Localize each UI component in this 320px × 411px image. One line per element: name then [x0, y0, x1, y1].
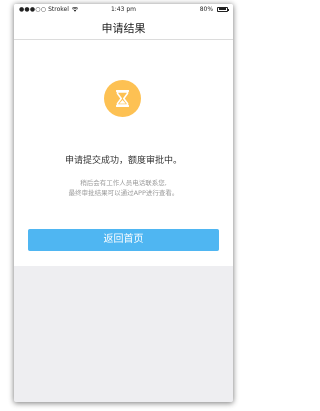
battery-fill	[218, 8, 226, 10]
result-subtext-line-2: 最终审批结果可以通过APP进行查看。	[68, 189, 179, 197]
battery-cap	[228, 8, 229, 11]
navigation-bar: 申请结果	[14, 16, 233, 40]
result-subtext-line-1: 稍后会有工作人员电话联系您,	[80, 179, 167, 187]
back-to-home-button[interactable]: 返回首页	[28, 229, 219, 251]
battery-percent: 80%	[199, 6, 214, 13]
status-bar: ●●●○○ Strokel 1:43 pm 80%	[14, 4, 233, 16]
hourglass-icon	[104, 80, 141, 117]
battery-info: 80%	[199, 6, 229, 13]
page-title: 申请结果	[101, 22, 146, 35]
hourglass-icon-glyph	[116, 90, 129, 107]
battery-icon	[217, 6, 229, 12]
result-message: 申请提交成功，额度审批中。	[64, 156, 182, 166]
phone-frame: ●●●○○ Strokel 1:43 pm 80% 申请结果 申请提交成功，额度…	[14, 4, 233, 402]
result-panel: 申请提交成功，额度审批中。 稍后会有工作人员电话联系您, 最终审批结果可以通过A…	[14, 40, 233, 266]
